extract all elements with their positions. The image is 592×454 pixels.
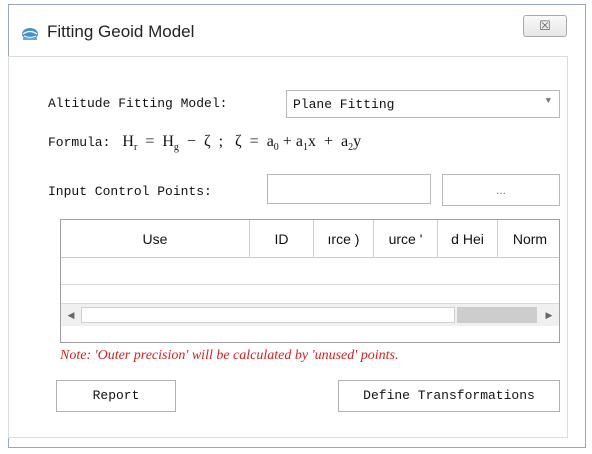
- row-divider: [61, 284, 559, 285]
- column-header-normal[interactable]: Norm: [498, 220, 559, 258]
- formula-label: Formula:: [48, 135, 111, 150]
- define-transformations-button[interactable]: Define Transformations: [338, 380, 560, 412]
- globe-icon: [22, 28, 38, 40]
- close-icon: ☒: [539, 18, 551, 33]
- control-points-table[interactable]: Use ID ırce ) urce ' d Hei Norm ◀ ▶: [60, 219, 560, 343]
- report-button[interactable]: Report: [56, 380, 176, 412]
- close-button[interactable]: ☒: [523, 15, 567, 37]
- horizontal-scrollbar[interactable]: ◀ ▶: [61, 303, 559, 326]
- altitude-model-value: Plane Fitting: [293, 97, 395, 112]
- browse-button[interactable]: ...: [442, 174, 560, 206]
- control-points-input[interactable]: [267, 174, 431, 204]
- precision-note: Note: 'Outer precision' will be calculat…: [60, 348, 399, 363]
- altitude-model-label: Altitude Fitting Model:: [48, 96, 228, 111]
- column-header-height[interactable]: d Hei: [438, 220, 498, 258]
- scrollbar-track[interactable]: [81, 307, 455, 323]
- control-points-label: Input Control Points:: [48, 184, 212, 199]
- scroll-right-icon[interactable]: ▶: [541, 307, 557, 323]
- altitude-model-select[interactable]: Plane Fitting ▼: [286, 90, 560, 118]
- chevron-down-icon: ▼: [545, 96, 551, 106]
- title-bar: Fitting Geoid Model ☒: [9, 5, 585, 57]
- scroll-left-icon[interactable]: ◀: [63, 307, 79, 323]
- formula-display: Formula: Hr = Hg − ζ ; ζ = a0 + a1x + a2…: [48, 133, 362, 154]
- column-header-source-y[interactable]: urce ': [374, 220, 438, 258]
- column-header-use[interactable]: Use: [61, 220, 250, 258]
- window-title: Fitting Geoid Model: [47, 22, 195, 41]
- scrollbar-thumb[interactable]: [457, 307, 537, 323]
- column-header-source-x[interactable]: ırce ): [314, 220, 374, 258]
- column-header-id[interactable]: ID: [250, 220, 314, 258]
